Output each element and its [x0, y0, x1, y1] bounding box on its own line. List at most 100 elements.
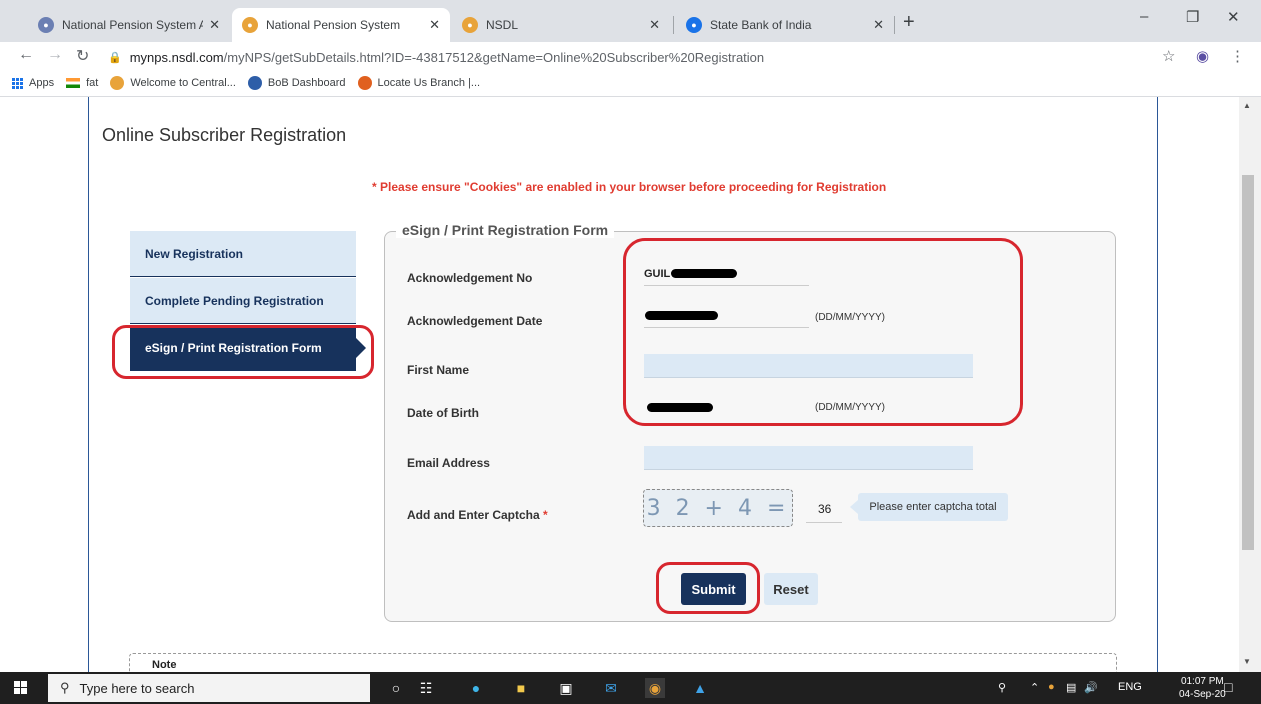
browser-tab[interactable]: ● National Pension System Agent, | ✕ [28, 8, 230, 42]
bookmark-bob[interactable]: BoB Dashboard [247, 76, 346, 90]
note-label: Note [152, 659, 177, 671]
app-tray-icon[interactable]: ● [1048, 681, 1055, 693]
minimize-icon[interactable]: – [1140, 8, 1148, 25]
bookmark-label: fat [86, 77, 99, 89]
tab-separator [673, 16, 674, 34]
ack-date-format-hint: (DD/MM/YYYY) [815, 312, 885, 323]
tab-close-icon[interactable]: ✕ [209, 17, 220, 33]
side-tab-new-registration[interactable]: New Registration [130, 231, 356, 277]
captcha-label-text: Add and Enter Captcha [407, 508, 540, 522]
dob-label: Date of Birth [407, 406, 479, 420]
notifications-icon[interactable]: □ [1224, 679, 1232, 695]
side-tab-label: eSign / Print Registration Form [145, 340, 322, 355]
side-tab-label: New Registration [145, 246, 244, 261]
search-icon: ⚲ [60, 680, 70, 695]
cortana-icon[interactable]: ○ [386, 678, 406, 698]
menu-kebab-icon[interactable]: ⋮ [1230, 47, 1245, 65]
browser-tab[interactable]: ● NSDL ✕ [452, 8, 670, 42]
side-tab-esign-print[interactable]: eSign / Print Registration Form [130, 325, 366, 371]
windows-taskbar: ⚲ Type here to search ○ ☷ ● ■ ▣ ✉ ◉ ▲ ⚲ … [0, 672, 1261, 704]
redaction-mark [647, 402, 713, 412]
nps-favicon-icon: ● [242, 17, 258, 33]
chrome-icon[interactable]: ◉ [645, 678, 665, 698]
search-placeholder: Type here to search [79, 680, 195, 696]
edge-icon[interactable]: ● [466, 678, 486, 698]
lock-icon: 🔒 [108, 51, 122, 64]
side-tab-complete-pending[interactable]: Complete Pending Registration [130, 278, 356, 324]
dob-field[interactable] [644, 395, 809, 419]
note-box [129, 653, 1117, 672]
address-bar[interactable]: 🔒 mynps.nsdl.com/myNPS/getSubDetails.htm… [108, 44, 1148, 70]
tab-close-icon[interactable]: ✕ [649, 17, 660, 33]
mail-icon[interactable]: ✉ [601, 678, 621, 698]
browser-toolbar: ← → ↻ 🔒 mynps.nsdl.com/myNPS/getSubDetai… [0, 42, 1261, 72]
file-explorer-icon[interactable]: ■ [511, 678, 531, 698]
tab-close-icon[interactable]: ✕ [429, 17, 440, 33]
reload-icon[interactable]: ↻ [76, 46, 89, 66]
extension-icon[interactable]: ◉ [1196, 47, 1209, 65]
tab-title: NSDL [486, 18, 519, 32]
bookmark-label: Apps [29, 77, 55, 89]
bookmark-star-icon[interactable]: ☆ [1162, 47, 1175, 65]
url-path: /myNPS/getSubDetails.html?ID=-43817512&g… [223, 49, 765, 65]
email-input[interactable] [644, 446, 973, 470]
cookie-warning: * Please ensure "Cookies" are enabled in… [372, 180, 887, 194]
volume-icon[interactable]: 🔊 [1084, 681, 1098, 694]
ack-date-field[interactable] [644, 304, 809, 328]
browser-tab[interactable]: ● State Bank of India ✕ [676, 8, 894, 42]
side-tab-label: Complete Pending Registration [145, 293, 324, 308]
store-icon[interactable]: ▣ [556, 678, 576, 698]
form-legend: eSign / Print Registration Form [396, 222, 615, 238]
ack-date-label: Acknowledgement Date [407, 314, 543, 328]
nsdl-favicon-icon: ● [462, 17, 478, 33]
browser-tab-active[interactable]: ● National Pension System ✕ [232, 8, 450, 42]
back-arrow-icon[interactable]: ← [18, 46, 34, 64]
windows-start-icon[interactable] [14, 681, 27, 694]
tab-title: State Bank of India [710, 18, 812, 32]
tab-close-icon[interactable]: ✕ [873, 17, 884, 33]
bookmark-central[interactable]: Welcome to Central... [110, 76, 236, 90]
submit-button[interactable]: Submit [681, 573, 746, 605]
restore-icon[interactable]: ❐ [1186, 8, 1199, 26]
first-name-input[interactable] [644, 354, 973, 378]
network-icon[interactable]: ▤ [1066, 681, 1076, 694]
bookmark-label: BoB Dashboard [267, 77, 346, 89]
taskbar-search-box[interactable]: ⚲ Type here to search [48, 674, 370, 702]
redaction-mark [645, 311, 718, 320]
people-icon[interactable]: ⚲ [998, 681, 1006, 694]
language-indicator[interactable]: ENG [1118, 681, 1142, 693]
bookmark-apps[interactable]: Apps [12, 77, 54, 89]
close-window-icon[interactable]: ✕ [1227, 8, 1240, 26]
page-viewport: Online Subscriber Registration * Please … [0, 97, 1239, 672]
photos-icon[interactable]: ▲ [690, 678, 710, 698]
new-tab-plus-icon[interactable]: + [903, 11, 915, 34]
tab-title: National Pension System Agent, | [62, 18, 204, 32]
tab-title: National Pension System [266, 18, 401, 32]
page-scrollbar[interactable]: ▲ ▼ [1239, 97, 1261, 672]
first-name-label: First Name [407, 363, 470, 377]
tata-favicon-icon [247, 76, 262, 90]
bookmark-locate[interactable]: Locate Us Branch |... [357, 76, 480, 90]
scroll-down-arrow-icon[interactable]: ▼ [1243, 657, 1251, 666]
captcha-input[interactable] [806, 495, 842, 523]
bookmark-fat[interactable]: fat [66, 77, 98, 89]
scroll-up-arrow-icon[interactable]: ▲ [1243, 101, 1251, 110]
forward-arrow-icon[interactable]: → [47, 46, 63, 64]
task-view-icon[interactable]: ☷ [416, 678, 436, 698]
url-host: mynps.nsdl.com [129, 49, 224, 65]
dob-format-hint: (DD/MM/YYYY) [815, 402, 885, 413]
taskbar-clock[interactable]: 01:07 PM 04-Sep-20 [1179, 675, 1226, 701]
email-label: Email Address [407, 456, 490, 470]
page-title: Online Subscriber Registration [102, 125, 347, 145]
redaction-mark [671, 269, 738, 278]
ack-no-prefix: GUIL [644, 267, 671, 280]
ack-no-label: Acknowledgement No [407, 271, 533, 285]
reset-button[interactable]: Reset [764, 573, 818, 605]
ack-no-field[interactable]: GUIL [644, 262, 809, 286]
tray-chevron-icon[interactable]: ⌃ [1030, 681, 1039, 694]
captcha-tooltip: Please enter captcha total [850, 493, 1008, 521]
clock-date: 04-Sep-20 [1179, 689, 1226, 700]
registration-form-fieldset [384, 231, 1116, 622]
clock-time: 01:07 PM [1180, 676, 1224, 687]
scroll-thumb[interactable] [1242, 175, 1254, 550]
